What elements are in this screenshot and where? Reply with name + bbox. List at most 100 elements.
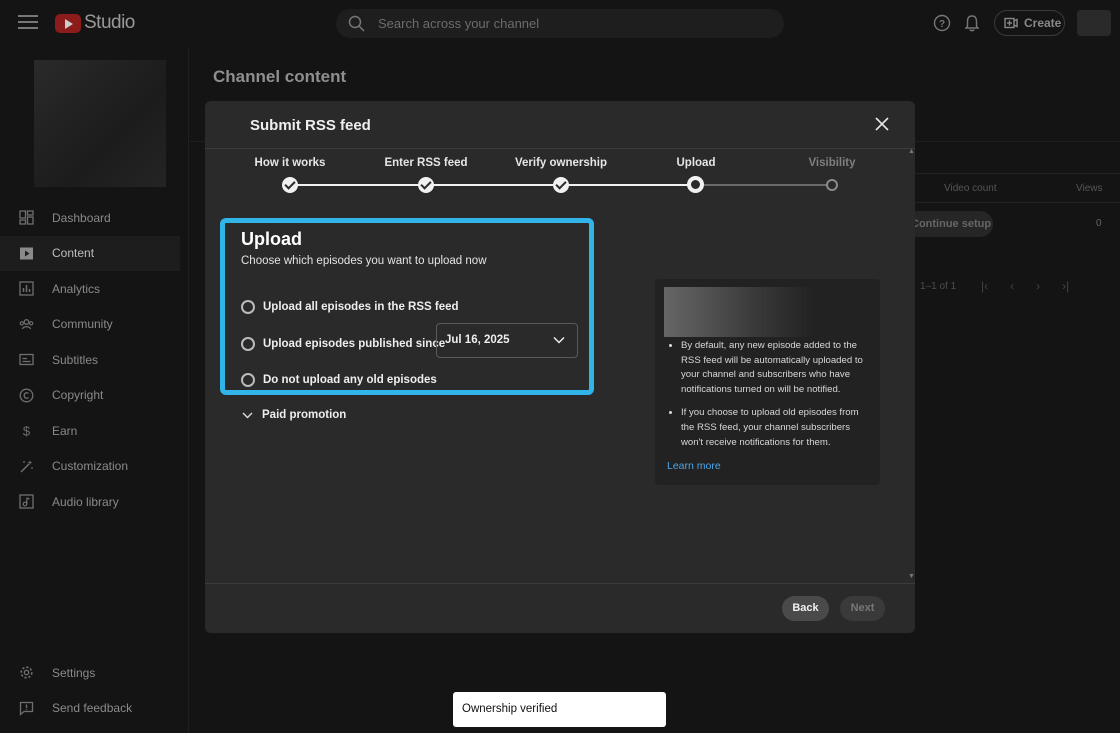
sidebar-item-label: Audio library [52, 494, 119, 509]
dashboard-icon [19, 210, 34, 225]
sidebar-item-subtitles[interactable]: Subtitles [0, 342, 180, 378]
sidebar-item-label: Community [52, 317, 113, 332]
sidebar-item-customization[interactable]: Customization [0, 449, 180, 485]
paid-promotion-toggle[interactable]: Paid promotion [242, 409, 346, 421]
search-bar [336, 9, 784, 38]
toast-notification: Ownership verified [453, 692, 666, 727]
step-done-check-icon [282, 177, 298, 193]
paid-promotion-label: Paid promotion [262, 409, 347, 421]
gear-icon [19, 665, 34, 680]
chevron-down-icon [242, 412, 253, 418]
sidebar-item-audio-library[interactable]: Audio library [0, 484, 180, 520]
column-header-video-count[interactable]: Video count [944, 183, 997, 194]
dialog-footer-divider [205, 583, 915, 584]
date-value: Jul 16, 2025 [445, 334, 510, 346]
info-list: By default, any new episode added to the… [681, 339, 871, 459]
sidebar: Dashboard Content Analytics Community Su… [0, 48, 189, 733]
channel-avatar[interactable] [34, 60, 166, 187]
upload-title: Upload [241, 229, 302, 249]
svg-text:$: $ [23, 424, 31, 439]
community-icon [19, 317, 34, 332]
copyright-icon [19, 388, 34, 403]
learn-more-link[interactable]: Learn more [667, 460, 721, 472]
pagination-text: 1–1 of 1 [920, 281, 957, 292]
sidebar-item-copyright[interactable]: Copyright [0, 378, 180, 414]
row-views-value: 0 [1096, 218, 1102, 229]
radio-button[interactable] [241, 373, 255, 387]
sidebar-bottom-nav: Settings Send feedback [0, 655, 180, 726]
feedback-icon [19, 701, 34, 716]
pagination-controls: |‹ ‹ › ›| [981, 279, 1069, 293]
scroll-down-icon[interactable]: ▼ [908, 573, 915, 580]
sidebar-item-label: Earn [52, 423, 78, 438]
help-icon[interactable]: ? [933, 14, 951, 32]
search-input[interactable] [378, 9, 768, 38]
menu-icon[interactable] [18, 15, 38, 31]
youtube-logo-icon [55, 13, 81, 33]
step-upload[interactable]: Upload [636, 157, 756, 193]
sidebar-item-dashboard[interactable]: Dashboard [0, 200, 180, 236]
sidebar-item-analytics[interactable]: Analytics [0, 271, 180, 307]
step-label: Verify ownership [514, 157, 608, 169]
option-upload-all[interactable]: Upload all episodes in the RSS feed [241, 300, 459, 314]
customization-icon [19, 459, 34, 474]
dialog-header-divider [205, 148, 915, 149]
analytics-icon [19, 281, 34, 296]
next-button[interactable]: Next [840, 596, 885, 621]
next-page-icon[interactable]: › [1036, 279, 1040, 293]
sidebar-item-send-feedback[interactable]: Send feedback [0, 691, 180, 727]
create-button[interactable]: Create [994, 10, 1065, 36]
radio-button[interactable] [241, 337, 255, 351]
option-no-old-episodes[interactable]: Do not upload any old episodes [241, 373, 437, 387]
step-verify-ownership[interactable]: Verify ownership [501, 157, 621, 193]
step-how-it-works[interactable]: How it works [230, 157, 350, 193]
info-bullet: By default, any new episode added to the… [681, 339, 871, 397]
submit-rss-dialog: Submit RSS feed ▲ How it works Enter RSS… [205, 101, 915, 633]
content-icon [19, 246, 34, 261]
step-done-check-icon [553, 177, 569, 193]
continue-setup-button[interactable]: Continue setup [905, 211, 993, 237]
step-current-indicator [687, 176, 704, 193]
sidebar-item-label: Copyright [52, 388, 104, 403]
stepper-progress-line [290, 184, 696, 186]
studio-logo[interactable]: Studio [55, 12, 135, 34]
option-label: Do not upload any old episodes [263, 374, 437, 386]
option-upload-since[interactable]: Upload episodes published since [241, 337, 445, 351]
table-header: Video count Views [905, 173, 1120, 203]
sidebar-item-community[interactable]: Community [0, 307, 180, 343]
step-future-indicator [826, 179, 838, 191]
radio-button[interactable] [241, 300, 255, 314]
scroll-up-icon[interactable]: ▲ [908, 148, 915, 155]
sidebar-item-label: Settings [52, 665, 96, 680]
sidebar-item-label: Content [52, 246, 95, 261]
subtitles-icon [19, 352, 34, 367]
info-panel: By default, any new episode added to the… [655, 279, 880, 485]
sidebar-item-label: Subtitles [52, 352, 99, 367]
stepper-remaining-line [696, 184, 832, 186]
prev-page-icon[interactable]: ‹ [1010, 279, 1014, 293]
audio-library-icon [19, 494, 34, 509]
account-avatar[interactable] [1077, 10, 1111, 36]
step-enter-rss-feed[interactable]: Enter RSS feed [366, 157, 486, 193]
chevron-down-icon [553, 336, 565, 344]
step-visibility[interactable]: Visibility [772, 157, 892, 191]
sidebar-nav: Dashboard Content Analytics Community Su… [0, 200, 180, 520]
sidebar-item-settings[interactable]: Settings [0, 655, 180, 691]
step-label: How it works [254, 157, 326, 169]
create-label: Create [1024, 16, 1062, 30]
step-label: Visibility [808, 157, 856, 169]
bell-icon[interactable] [964, 14, 980, 32]
back-button[interactable]: Back [782, 596, 829, 621]
top-bar: Studio ? Create [0, 0, 1120, 48]
create-video-icon [1004, 17, 1018, 29]
sidebar-item-earn[interactable]: $ Earn [0, 413, 180, 449]
first-page-icon[interactable]: |‹ [981, 279, 988, 293]
last-page-icon[interactable]: ›| [1062, 279, 1069, 293]
page-title: Channel content [213, 67, 347, 86]
logo-text: Studio [84, 12, 135, 33]
sidebar-item-content[interactable]: Content [0, 235, 180, 271]
column-header-views[interactable]: Views [1076, 183, 1103, 194]
date-dropdown[interactable]: Jul 16, 2025 [436, 323, 578, 358]
close-icon[interactable] [872, 114, 892, 134]
search-icon[interactable] [348, 15, 365, 32]
